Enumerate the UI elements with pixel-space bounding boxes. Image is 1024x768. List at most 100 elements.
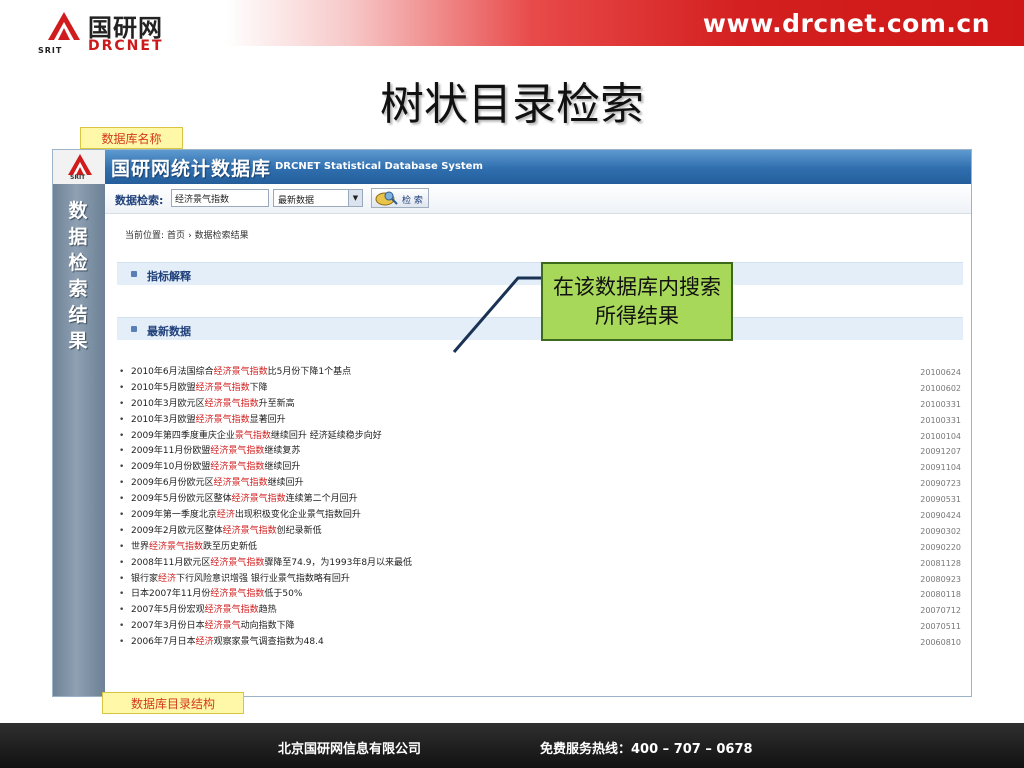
result-title-link[interactable]: 2009年6月份欧元区经济景气指数继续回升 [131,476,304,492]
bullet-icon: • [119,541,125,552]
search-input[interactable] [171,189,269,207]
section-title: 指标解释 [147,270,191,283]
result-date: 20090302 [920,526,961,536]
result-item[interactable]: • 2010年6月法国综合经济景气指数比5月份下降1个基点 20100624 [119,365,965,381]
database-directory-tag: 数据库目录结构 [102,692,244,714]
result-item[interactable]: • 2009年第一季度北京经济出现积极变化企业景气指数回升 20090424 [119,508,965,524]
search-label: 数据检索: [115,194,164,207]
result-title-link[interactable]: 2006年7月日本经济观察家景气调查指数为48.4 [131,635,324,651]
result-title-post: 显著回升 [249,414,286,425]
result-date: 20100331 [920,399,961,409]
result-title-post: 观察家景气调查指数为48.4 [213,637,324,648]
result-title-link[interactable]: 2009年2月欧元区整体经济景气指数创纪录新低 [131,524,322,540]
site-url: www.drcnet.com.cn [702,9,990,38]
result-item[interactable]: • 银行家经济下行风险意识增强 银行业景气指数略有回升 20080923 [119,572,965,588]
result-date: 20060810 [920,638,961,648]
result-title-pre: 2009年11月份欧盟 [131,446,211,457]
result-title-link[interactable]: 2010年3月欧盟经济景气指数显著回升 [131,413,286,429]
bullet-icon: • [119,382,125,393]
side-tab-label: 数据检索结果 [68,200,88,352]
bullet-icon: • [119,446,125,457]
bullet-icon [131,326,137,332]
bullet-icon: • [119,605,125,616]
result-title-link[interactable]: 2009年第一季度北京经济出现积极变化企业景气指数回升 [131,508,361,524]
result-item[interactable]: • 2007年5月份宏观经济景气指数趋热 20070712 [119,603,965,619]
result-title-link[interactable]: 2010年3月欧元区经济景气指数升至新高 [131,397,295,413]
result-item[interactable]: • 2009年第四季度重庆企业景气指数继续回升 经济延续稳步向好 20100104 [119,429,965,445]
bullet-icon: • [119,573,125,584]
result-title-highlight: 经济景气 [204,621,241,632]
result-title-highlight: 经济景气指数 [210,462,265,473]
chevron-down-icon[interactable]: ▼ [348,190,362,206]
result-title-highlight: 经济景气指数 [149,541,204,552]
result-item[interactable]: • 2009年11月份欧盟经济景气指数继续复苏 20091207 [119,444,965,460]
result-item[interactable]: • 2009年6月份欧元区经济景气指数继续回升 20090723 [119,476,965,492]
result-date: 20081128 [920,558,961,568]
result-title-link[interactable]: 2009年5月份欧元区整体经济景气指数连续第二个月回升 [131,492,358,508]
bullet-icon: • [119,525,125,536]
result-title-link[interactable]: 日本2007年11月份经济景气指数低于50% [131,587,302,603]
result-item[interactable]: • 2008年11月欧元区经济景气指数骤降至74.9，为1993年8月以来最低 20… [119,556,965,572]
results-list: • 2010年6月法国综合经济景气指数比5月份下降1个基点 20100624 • 201… [119,365,965,651]
result-title-pre: 2009年5月份欧元区整体 [131,494,232,505]
result-title-pre: 2010年5月欧盟 [131,382,196,393]
result-item[interactable]: • 2006年7月日本经济观察家景气调查指数为48.4 20060810 [119,635,965,651]
result-title-link[interactable]: 2007年3月份日本经济景气动向指数下降 [131,619,295,635]
result-title-highlight: 经济景气指数 [204,398,259,409]
result-title-link[interactable]: 2010年6月法国综合经济景气指数比5月份下降1个基点 [131,365,351,381]
result-item[interactable]: • 2007年3月份日本经济景气动向指数下降 20070511 [119,619,965,635]
footer: 北京国研网信息有限公司 免费服务热线：400 – 707 – 0678 [0,723,1024,768]
result-title-link[interactable]: 2007年5月份宏观经济景气指数趋热 [131,603,277,619]
callout-pointer [452,276,545,353]
result-item[interactable]: • 2009年2月欧元区整体经济景气指数创纪录新低 20090302 [119,524,965,540]
result-title-pre: 2010年3月欧盟 [131,414,196,425]
side-tab-search-results[interactable]: 数据检索结果 [53,184,105,696]
result-date: 20080923 [920,574,961,584]
result-date: 20100331 [920,415,961,425]
result-item[interactable]: • 2010年3月欧盟经济景气指数显著回升 20100331 [119,413,965,429]
search-icon [375,191,398,206]
result-item[interactable]: • 日本2007年11月份经济景气指数低于50% 20080118 [119,587,965,603]
result-title-highlight: 经济景气指数 [204,605,259,616]
result-title-link[interactable]: 银行家经济下行风险意识增强 银行业景气指数略有回升 [131,572,350,588]
result-title-post: 创纪录新低 [276,525,322,536]
result-item[interactable]: • 世界经济景气指数跌至历史新低 20090220 [119,540,965,556]
result-title-pre: 2009年第一季度北京 [131,510,217,521]
bullet-icon: • [119,462,125,473]
result-title-pre: 2009年6月份欧元区 [131,478,214,489]
result-item[interactable]: • 2009年5月份欧元区整体经济景气指数连续第二个月回升 20090531 [119,492,965,508]
result-title-pre: 2010年3月欧元区 [131,398,205,409]
result-title-link[interactable]: 2008年11月欧元区经济景气指数骤降至74.9，为1993年8月以来最低 [131,556,412,572]
footer-hotline: 免费服务热线：400 – 707 – 0678 [540,742,753,757]
result-title-post: 下行风险意识增强 银行业景气指数略有回升 [176,573,350,584]
result-title-highlight: 经济 [195,637,214,648]
result-title-post: 继续回升 [267,478,304,489]
result-title-link[interactable]: 2010年5月欧盟经济景气指数下降 [131,381,268,397]
drcnet-logo: 国研网 DRCNET SRIT [38,8,188,60]
breadcrumb-home[interactable]: 首页 [167,231,185,241]
result-date: 20100624 [920,368,961,377]
result-item[interactable]: • 2010年3月欧元区经济景气指数升至新高 20100331 [119,397,965,413]
result-title-pre: 世界 [131,541,150,552]
result-title-post: 低于50% [264,589,303,600]
result-title-link[interactable]: 2009年10月份欧盟经济景气指数继续回升 [131,460,300,476]
result-title-post: 骤降至74.9，为1993年8月以来最低 [264,557,413,568]
result-title-link[interactable]: 2009年11月份欧盟经济景气指数继续复苏 [131,444,300,460]
result-item[interactable]: • 2009年10月份欧盟经济景气指数继续回升 20091104 [119,460,965,476]
result-title-highlight: 经济 [158,573,177,584]
bullet-icon: • [119,494,125,505]
result-title-post: 出现积极变化企业景气指数回升 [234,510,361,521]
result-title-highlight: 景气指数 [234,430,271,441]
bullet-icon: • [119,589,125,600]
section-title: 最新数据 [147,325,191,338]
search-button[interactable]: 检 索 [371,188,429,208]
result-item[interactable]: • 2010年5月欧盟经济景气指数下降 20100602 [119,381,965,397]
result-title-pre: 银行家 [131,573,159,584]
breadcrumb: 当前位置: 首页 › 数据检索结果 [125,228,252,241]
result-title-link[interactable]: 2009年第四季度重庆企业景气指数继续回升 经济延续稳步向好 [131,429,382,445]
result-title-link[interactable]: 世界经济景气指数跌至历史新低 [131,540,257,556]
database-name-tag: 数据库名称 [80,127,183,149]
result-title-post: 继续回升 经济延续稳步向好 [270,430,382,441]
search-scope-select[interactable]: 最新数据 ▼ [273,189,363,207]
result-title-pre: 日本2007年11月份 [131,589,211,600]
